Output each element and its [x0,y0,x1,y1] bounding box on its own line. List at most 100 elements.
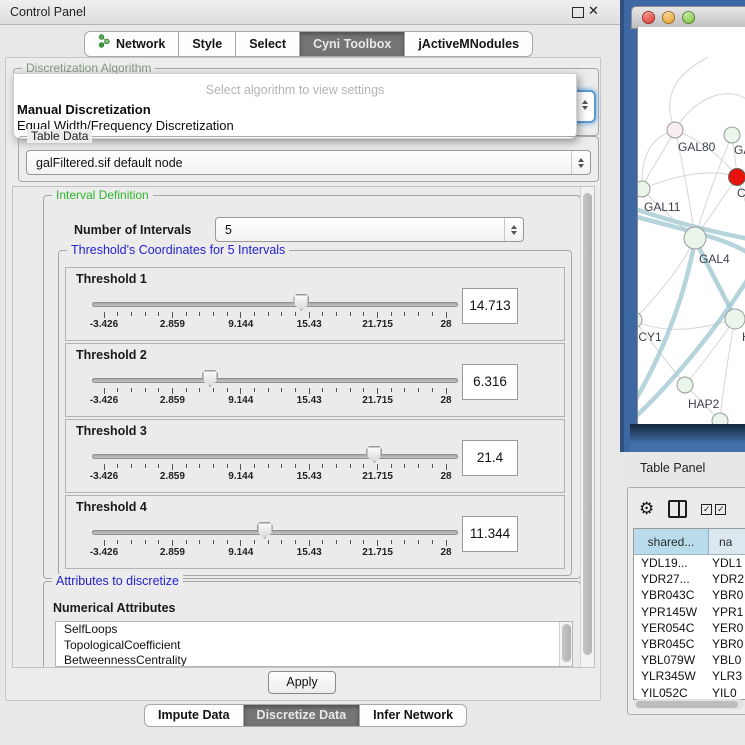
slider-tick [104,464,105,470]
table-row[interactable]: YBL079WYBL0 [634,652,745,668]
threshold-slider-track[interactable] [92,454,458,459]
threshold-value-field[interactable]: 6.316 [462,364,518,400]
threshold-slider-thumb[interactable] [202,370,218,387]
slider-tick [158,464,159,468]
slider-tick [117,464,118,468]
settings-scrollbar-thumb[interactable] [583,193,592,655]
slider-tick [240,464,241,470]
checked-checkbox-icon[interactable] [701,504,712,515]
tab-style[interactable]: Style [179,31,236,57]
slider-tick [432,464,433,468]
threshold-value-field[interactable]: 11.344 [462,516,518,552]
table-scrollbar-thumb[interactable] [636,701,738,708]
table-panel-title: Table Panel [640,461,705,475]
split-columns-icon[interactable] [668,500,687,518]
threshold-slider-thumb[interactable] [293,294,309,311]
threshold-slider-thumb[interactable] [257,522,273,539]
column-visibility-icons[interactable] [701,504,726,515]
table-row[interactable]: YER054CYER0 [634,620,745,636]
network-node-gal11[interactable] [638,181,650,197]
slider-tick [213,312,214,316]
table-row[interactable]: YPR145WYPR1 [634,604,745,620]
tab-cyni-toolbox[interactable]: Cyni Toolbox [300,31,405,57]
threshold-slider-track[interactable] [92,378,458,383]
network-node-c[interactable] [729,169,745,186]
node-attribute-table[interactable]: shared... na YDL19...YDL1YDR27...YDR2YBR… [633,528,745,700]
table-row[interactable]: YIL052CYIL0 [634,685,745,701]
column-header-name[interactable]: na [709,529,745,554]
close-icon[interactable] [588,3,599,19]
table-data-combobox[interactable]: galFiltered.sif default node [26,150,591,175]
slider-tick [295,312,296,316]
slider-tick [281,312,282,316]
table-row[interactable]: YLR345WYLR3 [634,668,745,684]
threshold-slider-track[interactable] [92,302,458,307]
close-traffic-light-icon[interactable] [642,11,655,24]
threshold-slider-track[interactable] [92,530,458,535]
slider-tick [172,540,173,546]
network-graph: GAL80GACGAL11GAL4GCY1HHAP2 [638,27,745,424]
network-view-canvas[interactable]: GAL80GACGAL11GAL4GCY1HHAP2 [637,27,745,424]
slider-tick [131,388,132,392]
slider-tick [199,540,200,544]
numerical-attributes-list[interactable]: SelfLoopsTopologicalCoefficientBetweenne… [55,621,573,667]
network-node-hap2[interactable] [677,377,693,393]
zoom-traffic-light-icon[interactable] [682,11,695,24]
settings-scrollbar[interactable] [580,187,594,667]
algorithm-option-manual-discretization[interactable]: Manual Discretization [17,102,151,117]
threshold-value-field[interactable]: 14.713 [462,288,518,324]
gear-icon[interactable] [639,499,654,519]
checked-checkbox-icon[interactable] [715,504,726,515]
slider-tick [295,540,296,544]
column-header-shared-name[interactable]: shared... [634,529,709,554]
tab-jactivemnodules[interactable]: jActiveMNodules [405,31,533,57]
network-node-gcy1[interactable] [638,312,642,328]
slider-tick [158,540,159,544]
slider-tick-label: 2.859 [150,471,194,482]
network-node-gal4[interactable] [684,227,706,249]
slider-tick-label: 15.43 [287,547,331,558]
slider-tick [363,464,364,468]
table-row[interactable]: YBR043CYBR0 [634,587,745,603]
slider-tick [254,312,255,316]
attribute-item-topologicalcoefficient[interactable]: TopologicalCoefficient [56,638,572,654]
slider-tick [186,388,187,392]
network-node-ga[interactable] [724,127,740,143]
threshold-value-field[interactable]: 21.4 [462,440,518,476]
network-node-h[interactable] [725,309,745,329]
tab-impute-data[interactable]: Impute Data [144,704,244,727]
table-row[interactable]: YDL19...YDL1 [634,555,745,571]
float-window-icon[interactable] [572,7,584,18]
tab-network[interactable]: Network [84,31,179,57]
table-row[interactable]: YBR045CYBR0 [634,636,745,652]
threshold-slider-thumb[interactable] [366,446,382,463]
attributes-scrollbar-thumb[interactable] [562,624,571,662]
node-label: GCY1 [638,330,662,344]
tab-discretize-data[interactable]: Discretize Data [244,704,361,727]
algorithm-dropdown-popup: Select algorithm to view settings Manual… [13,73,577,139]
threshold-label: Threshold 4 [76,500,147,514]
attribute-item-selfloops[interactable]: SelfLoops [56,622,572,638]
network-window-titlebar[interactable] [631,6,745,29]
tab-select[interactable]: Select [236,31,300,57]
interval-definition-group: Interval Definition Number of Intervals … [43,195,581,579]
number-of-intervals-combobox[interactable]: 5 [215,217,524,242]
network-node[interactable] [712,413,728,424]
slider-tick-label: -3.426 [82,395,126,406]
slider-tick [240,388,241,394]
table-row[interactable]: YDR27...YDR2 [634,571,745,587]
slider-tick [131,312,132,316]
apply-button[interactable]: Apply [268,671,336,694]
attribute-item-betweennesscentrality[interactable]: BetweennessCentrality [56,653,572,667]
network-node-gal80[interactable] [667,122,683,138]
slider-tick [404,312,405,316]
bottom-tab-bar: Impute DataDiscretize DataInfer Network [144,704,467,727]
cell-shared-name: YDL19... [634,555,708,571]
slider-tick-label: 9.144 [219,471,263,482]
tab-infer-network[interactable]: Infer Network [360,704,467,727]
slider-tick [391,388,392,392]
slider-tick [336,464,337,468]
minimize-traffic-light-icon[interactable] [662,11,675,24]
table-horizontal-scrollbar[interactable] [634,699,744,709]
attributes-scrollbar[interactable] [559,622,572,666]
